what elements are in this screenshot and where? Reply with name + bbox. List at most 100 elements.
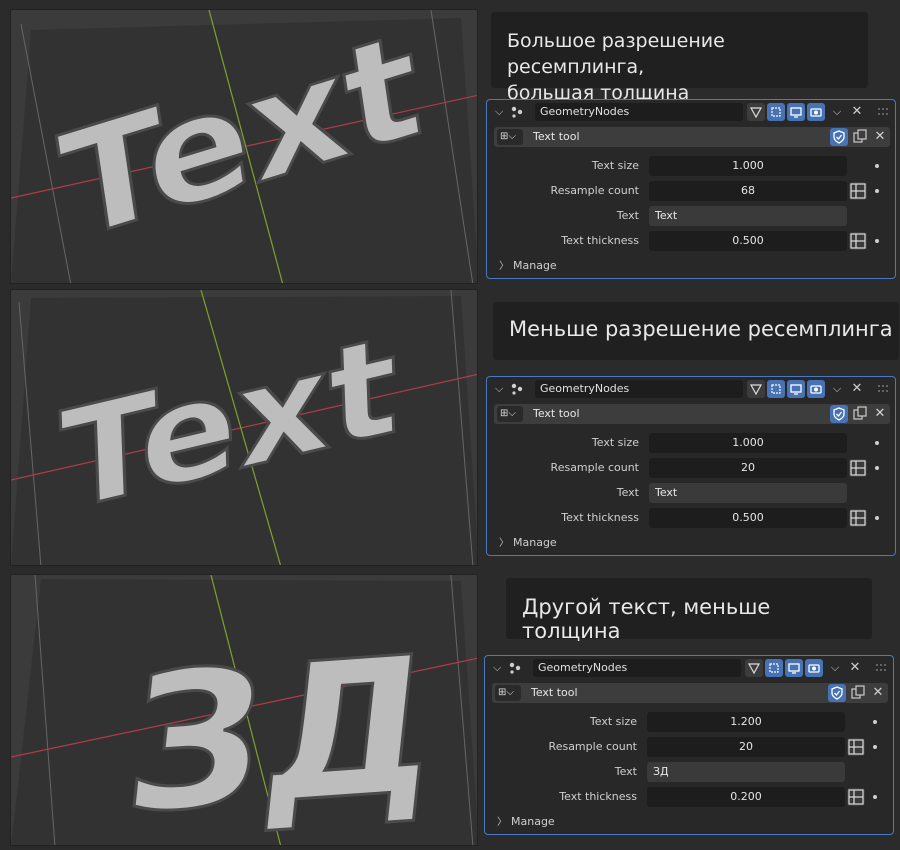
viewport-1[interactable]: Text <box>10 9 478 284</box>
attribute-toggle-icon[interactable] <box>847 788 865 806</box>
cage-toggle-icon[interactable] <box>767 103 785 121</box>
attribute-toggle-icon[interactable] <box>849 509 867 527</box>
prop-label: Text size <box>591 436 639 449</box>
text-field[interactable]: ЗД <box>647 762 845 782</box>
edit-mode-toggle-icon[interactable] <box>747 103 765 121</box>
remove-modifier-icon[interactable]: ✕ <box>849 103 865 121</box>
node-group-selector[interactable]: ⊞⌵ Text tool ✕ <box>492 683 888 703</box>
node-tree-icon[interactable]: ⊞⌵ <box>497 406 523 422</box>
keyframe-dot-icon[interactable] <box>875 164 879 168</box>
fake-user-shield-icon[interactable] <box>830 128 848 146</box>
viewport-1-canvas: Text <box>11 10 477 283</box>
text-size-field[interactable]: 1.000 <box>649 433 847 453</box>
node-group-name[interactable]: Text tool <box>531 683 578 703</box>
resample-count-field[interactable]: 68 <box>649 181 847 201</box>
render-camera-icon[interactable] <box>805 659 823 677</box>
duplicate-icon[interactable] <box>852 405 868 423</box>
caption-3-line1: Другой текст, меньше толщина <box>522 595 771 643</box>
text-size-field[interactable]: 1.200 <box>647 712 845 732</box>
attribute-toggle-icon[interactable] <box>849 459 867 477</box>
prop-text: Text Text <box>487 483 895 503</box>
viewport-3-canvas: ЗД <box>11 575 477 845</box>
render-camera-icon[interactable] <box>807 103 825 121</box>
prop-text: Text Text <box>487 206 895 226</box>
node-tree-icon[interactable]: ⊞⌵ <box>495 685 521 701</box>
collapse-chevron-icon[interactable]: ⌵ <box>493 661 507 675</box>
manage-subpanel[interactable]: 〉 Manage <box>499 257 557 275</box>
fake-user-shield-icon[interactable] <box>828 684 846 702</box>
node-group-selector[interactable]: ⊞⌵ Text tool ✕ <box>494 127 890 147</box>
cage-toggle-icon[interactable] <box>765 659 783 677</box>
modifier-name-field[interactable]: GeometryNodes <box>535 103 743 121</box>
prop-label: Text size <box>589 715 637 728</box>
attribute-toggle-icon[interactable] <box>847 738 865 756</box>
text-field[interactable]: Text <box>649 483 847 503</box>
edit-mode-toggle-icon[interactable] <box>745 659 763 677</box>
remove-modifier-icon[interactable]: ✕ <box>847 659 863 677</box>
dropdown-chevron-icon[interactable]: ⌵ <box>827 659 843 677</box>
attribute-toggle-icon[interactable] <box>849 182 867 200</box>
edit-mode-toggle-icon[interactable] <box>747 380 765 398</box>
cage-toggle-icon[interactable] <box>767 380 785 398</box>
manage-subpanel[interactable]: 〉 Manage <box>499 534 557 552</box>
attribute-toggle-icon[interactable] <box>849 232 867 250</box>
text-thickness-field[interactable]: 0.500 <box>649 231 847 251</box>
keyframe-dot-icon[interactable] <box>873 795 877 799</box>
modifier-name-field[interactable]: GeometryNodes <box>533 659 741 677</box>
node-group-selector[interactable]: ⊞⌵ Text tool ✕ <box>494 404 890 424</box>
render-camera-icon[interactable] <box>807 380 825 398</box>
keyframe-dot-icon[interactable] <box>875 189 879 193</box>
node-group-name[interactable]: Text tool <box>533 127 580 147</box>
unlink-close-icon[interactable]: ✕ <box>872 405 888 423</box>
keyframe-dot-icon[interactable] <box>875 441 879 445</box>
text-field[interactable]: Text <box>649 206 847 226</box>
viewport-3[interactable]: ЗД <box>10 574 478 846</box>
drag-grip-icon[interactable] <box>875 662 889 674</box>
caption-2-line1: Меньше разрешение ресемплинга <box>509 317 893 341</box>
mesh-text-3: ЗД <box>115 613 449 845</box>
keyframe-dot-icon[interactable] <box>873 720 877 724</box>
prop-label: Text thickness <box>559 790 637 803</box>
keyframe-dot-icon[interactable] <box>875 239 879 243</box>
text-size-field[interactable]: 1.000 <box>649 156 847 176</box>
resample-count-field[interactable]: 20 <box>649 458 847 478</box>
duplicate-icon[interactable] <box>850 684 866 702</box>
caption-3: Другой текст, меньше толщина <box>506 578 872 643</box>
node-tree-icon[interactable]: ⊞⌵ <box>497 129 523 145</box>
duplicate-icon[interactable] <box>852 128 868 146</box>
prop-text-thickness: Text thickness 0.200 <box>485 787 893 807</box>
node-group-name[interactable]: Text tool <box>533 404 580 424</box>
keyframe-dot-icon[interactable] <box>875 466 879 470</box>
viewport-2-canvas: Text <box>11 290 477 565</box>
collapse-chevron-icon[interactable]: ⌵ <box>495 105 509 119</box>
unlink-close-icon[interactable]: ✕ <box>870 684 886 702</box>
manage-label: Manage <box>511 815 555 828</box>
fake-user-shield-icon[interactable] <box>830 405 848 423</box>
text-thickness-field[interactable]: 0.500 <box>649 508 847 528</box>
manage-subpanel[interactable]: 〉 Manage <box>497 813 555 831</box>
geometry-nodes-icon <box>509 662 521 674</box>
drag-grip-icon[interactable] <box>877 383 891 395</box>
modifier-panel-1: ⌵ GeometryNodes ⌵ ✕ ⊞⌵ Text tool ✕ Text … <box>486 99 896 279</box>
resample-count-field[interactable]: 20 <box>647 737 845 757</box>
modifier-name-field[interactable]: GeometryNodes <box>535 380 743 398</box>
expand-chevron-icon[interactable]: 〉 <box>499 258 513 276</box>
drag-grip-icon[interactable] <box>877 106 891 118</box>
dropdown-chevron-icon[interactable]: ⌵ <box>829 380 845 398</box>
remove-modifier-icon[interactable]: ✕ <box>849 380 865 398</box>
manage-label: Manage <box>513 536 557 549</box>
dropdown-chevron-icon[interactable]: ⌵ <box>829 103 845 121</box>
unlink-close-icon[interactable]: ✕ <box>872 128 888 146</box>
prop-label: Text size <box>591 159 639 172</box>
collapse-chevron-icon[interactable]: ⌵ <box>495 382 509 396</box>
expand-chevron-icon[interactable]: 〉 <box>497 814 511 832</box>
viewport-2[interactable]: Text <box>10 289 478 566</box>
prop-text-thickness: Text thickness 0.500 <box>487 508 895 528</box>
viewport-display-icon[interactable] <box>787 380 805 398</box>
viewport-display-icon[interactable] <box>787 103 805 121</box>
expand-chevron-icon[interactable]: 〉 <box>499 535 513 553</box>
keyframe-dot-icon[interactable] <box>873 745 877 749</box>
keyframe-dot-icon[interactable] <box>875 516 879 520</box>
viewport-display-icon[interactable] <box>785 659 803 677</box>
text-thickness-field[interactable]: 0.200 <box>647 787 845 807</box>
